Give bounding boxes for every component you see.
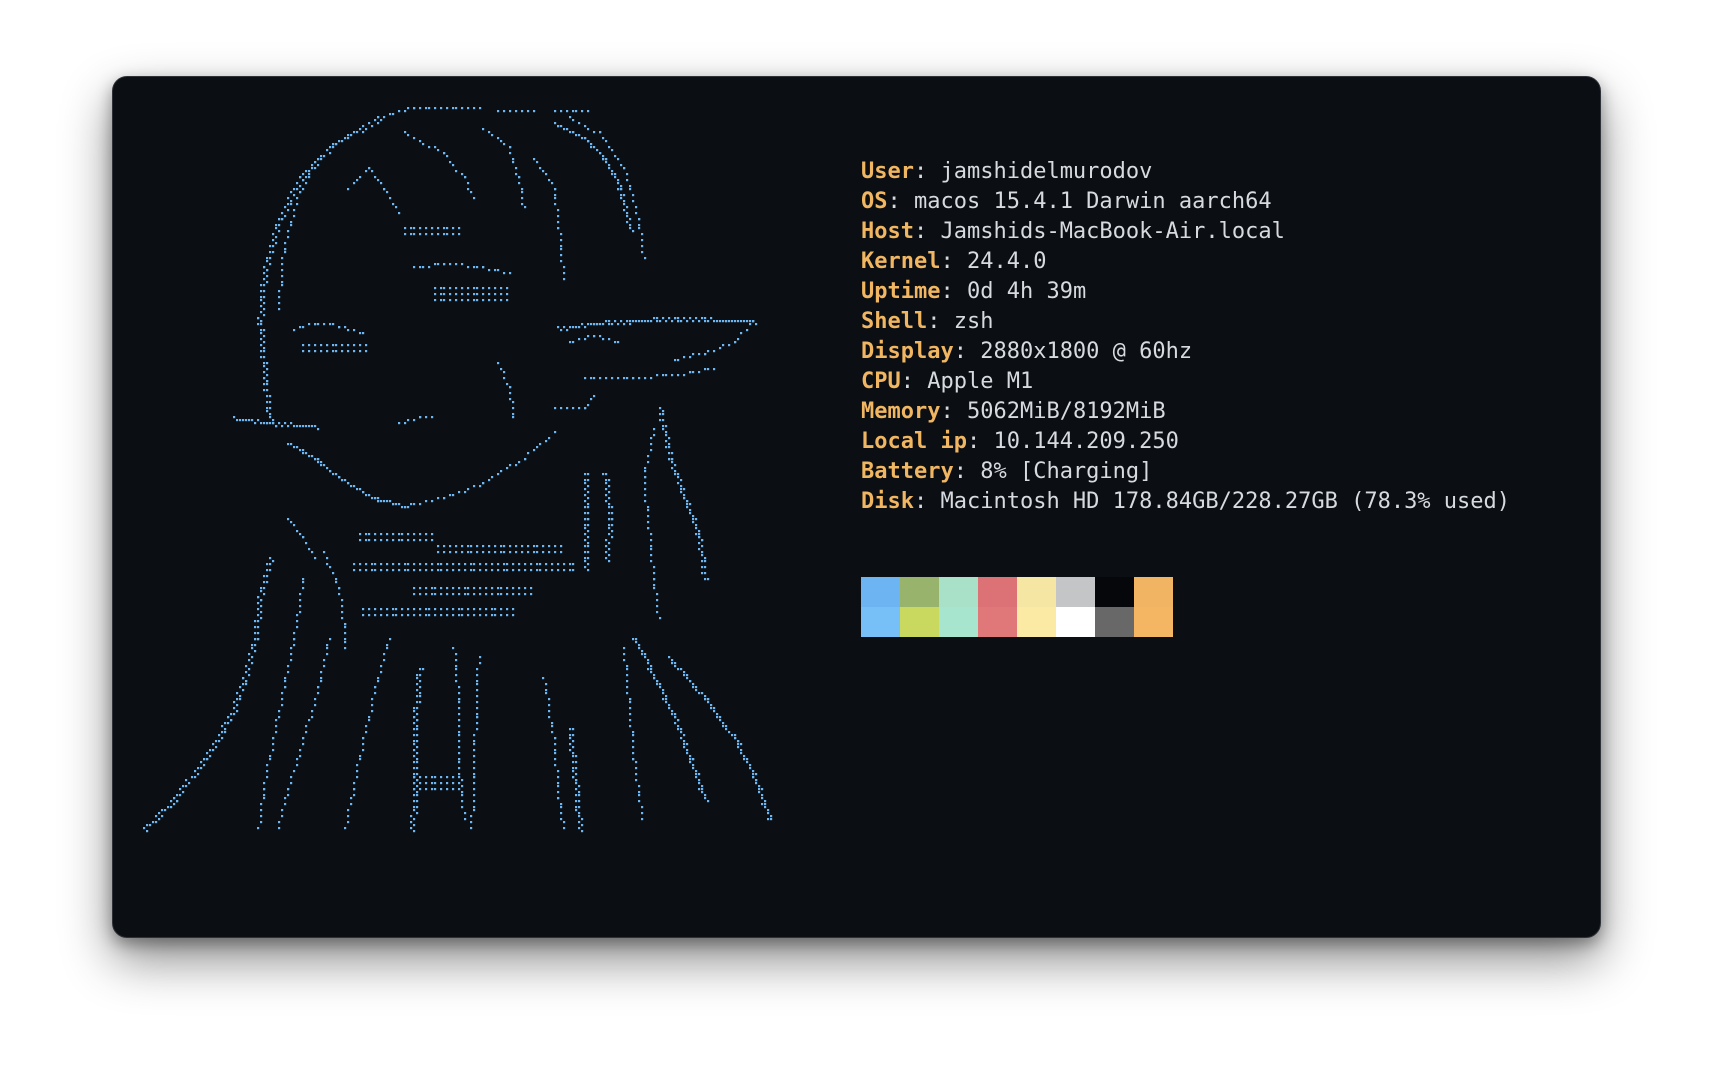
palette-swatch-bottom-1 bbox=[861, 607, 900, 637]
info-value: Jamshids-MacBook-Air.local bbox=[940, 219, 1285, 244]
ascii-dots bbox=[143, 107, 773, 833]
palette-swatch-top-6 bbox=[1056, 577, 1095, 607]
system-info-panel: User: jamshidelmurodov OS: macos 15.4.1 D… bbox=[861, 157, 1510, 517]
info-separator: : bbox=[887, 189, 914, 214]
info-line: Disk: Macintosh HD 178.84GB/228.27GB (78… bbox=[861, 487, 1510, 517]
info-separator: : bbox=[913, 489, 941, 514]
info-value: 10.144.209.250 bbox=[993, 429, 1179, 454]
info-value: 2880x1800 @ 60hz bbox=[980, 339, 1193, 364]
info-label: CPU bbox=[861, 369, 901, 394]
info-line: Shell: zsh bbox=[861, 307, 1510, 337]
info-value: 0d 4h 39m bbox=[966, 279, 1087, 304]
info-separator: : bbox=[913, 159, 941, 184]
palette-swatch-bottom-3 bbox=[939, 607, 978, 637]
info-label: User bbox=[861, 159, 914, 184]
palette-swatch-top-7 bbox=[1095, 577, 1134, 607]
info-value: zsh bbox=[953, 309, 994, 334]
info-separator: : bbox=[913, 219, 941, 244]
info-separator: : bbox=[940, 249, 967, 274]
info-separator: : bbox=[900, 369, 928, 394]
terminal-window[interactable]: User: jamshidelmurodov OS: macos 15.4.1 D… bbox=[112, 76, 1601, 938]
info-label: Shell bbox=[861, 309, 928, 334]
info-label: OS bbox=[861, 189, 888, 214]
info-value: macos 15.4.1 Darwin aarch64 bbox=[914, 189, 1272, 214]
info-separator: : bbox=[953, 339, 981, 364]
info-label: Host bbox=[861, 219, 914, 244]
info-separator: : bbox=[940, 399, 967, 424]
palette-swatch-bottom-8 bbox=[1134, 607, 1173, 637]
info-value: jamshidelmurodov bbox=[940, 159, 1153, 184]
palette-swatch-bottom-5 bbox=[1017, 607, 1056, 637]
info-label: Memory bbox=[861, 399, 941, 424]
info-line: Host: Jamshids-MacBook-Air.local bbox=[861, 217, 1510, 247]
info-line: CPU: Apple M1 bbox=[861, 367, 1510, 397]
info-label: Display bbox=[861, 339, 954, 364]
palette-swatch-bottom-2 bbox=[900, 607, 939, 637]
info-label: Uptime bbox=[861, 279, 941, 304]
palette-swatch-bottom-7 bbox=[1095, 607, 1134, 637]
info-line: User: jamshidelmurodov bbox=[861, 157, 1510, 187]
info-line: Memory: 5062MiB/8192MiB bbox=[861, 397, 1510, 427]
info-value: Macintosh HD 178.84GB/228.27GB (78.3% us… bbox=[940, 489, 1511, 514]
info-separator: : bbox=[966, 429, 994, 454]
info-label: Disk bbox=[861, 489, 914, 514]
info-label: Local ip bbox=[861, 429, 967, 454]
palette-swatch-bottom-6 bbox=[1056, 607, 1095, 637]
info-separator: : bbox=[927, 309, 954, 334]
palette-swatch-top-1 bbox=[861, 577, 900, 607]
screenshot-stage: User: jamshidelmurodov OS: macos 15.4.1 D… bbox=[0, 0, 1712, 1084]
info-value: 24.4.0 bbox=[966, 249, 1047, 274]
info-line: Kernel: 24.4.0 bbox=[861, 247, 1510, 277]
info-value: Apple M1 bbox=[927, 369, 1034, 394]
palette-swatch-top-4 bbox=[978, 577, 1017, 607]
portrait-ascii-art bbox=[143, 107, 773, 833]
palette-swatch-top-3 bbox=[939, 577, 978, 607]
info-separator: : bbox=[940, 279, 967, 304]
info-value: 5062MiB/8192MiB bbox=[966, 399, 1166, 424]
palette-swatch-top-5 bbox=[1017, 577, 1056, 607]
info-line: Local ip: 10.144.209.250 bbox=[861, 427, 1510, 457]
palette-swatch-top-8 bbox=[1134, 577, 1173, 607]
info-separator: : bbox=[953, 459, 981, 484]
info-line: Battery: 8% [Charging] bbox=[861, 457, 1510, 487]
palette-swatch-bottom-4 bbox=[978, 607, 1017, 637]
palette-swatch-top-2 bbox=[900, 577, 939, 607]
info-line: OS: macos 15.4.1 Darwin aarch64 bbox=[861, 187, 1510, 217]
color-palette bbox=[861, 577, 1173, 637]
info-line: Display: 2880x1800 @ 60hz bbox=[861, 337, 1510, 367]
info-label: Kernel bbox=[861, 249, 941, 274]
info-label: Battery bbox=[861, 459, 954, 484]
info-value: 8% [Charging] bbox=[980, 459, 1153, 484]
info-line: Uptime: 0d 4h 39m bbox=[861, 277, 1510, 307]
